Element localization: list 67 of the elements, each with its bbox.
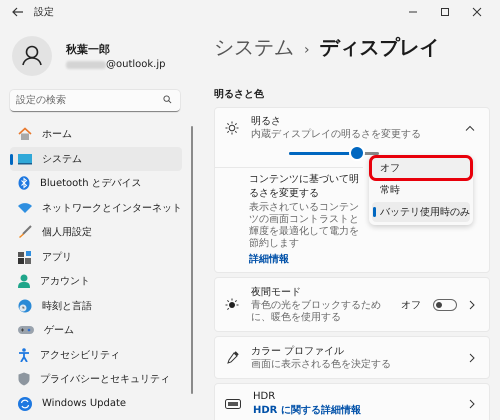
menu-option[interactable]: バッテリ使用時のみ	[372, 202, 470, 222]
user-email: @outlook.jp	[106, 59, 166, 70]
accessibility-icon	[18, 348, 30, 362]
monitor-icon	[18, 152, 32, 165]
chevron-right-icon	[469, 399, 475, 409]
chevron-right-icon	[469, 352, 475, 362]
bluetooth-icon	[18, 176, 30, 190]
scrollbar[interactable]	[191, 126, 193, 394]
shield-icon	[18, 372, 30, 386]
dropper-icon	[225, 350, 239, 364]
section-heading: 明るさと色	[214, 88, 265, 101]
chevron-right-icon	[469, 300, 475, 310]
slider-thumb[interactable]	[350, 147, 362, 159]
sidebar-item[interactable]: ゲーム	[10, 318, 182, 342]
menu-option[interactable]: 常時	[372, 180, 470, 200]
setting-description: 画面に表示される色を決定する	[251, 359, 392, 371]
setting-description: 青色の光をブロックするために、暖色を使用する	[251, 300, 382, 324]
window-title: 設定	[34, 6, 54, 19]
setting-title: カラー プロファイル	[251, 344, 346, 358]
page-title: ディスプレイ	[320, 34, 440, 61]
setting-title: コンテンツに基づいて明るさを変更する	[249, 172, 360, 200]
globe-clock-icon	[18, 298, 32, 313]
sidebar-item[interactable]: ホーム	[10, 122, 182, 146]
moon-sun-icon	[225, 298, 239, 312]
setting-card[interactable]: HDR HDR に関する詳細情報	[214, 383, 490, 420]
search-field[interactable]: 設定の検索	[10, 90, 180, 112]
setting-card[interactable]: 夜間モード 青色の光をブロックするために、暖色を使用する オフ	[214, 277, 490, 332]
sidebar-item[interactable]: 時刻と言語	[10, 294, 182, 318]
toggle-state: オフ	[401, 298, 421, 312]
apps-icon	[18, 250, 32, 264]
person-icon	[18, 274, 30, 288]
sidebar-item[interactable]: ネットワークとインターネット	[10, 196, 182, 220]
sidebar-item[interactable]: システム	[10, 146, 182, 171]
hdr-link[interactable]: HDR に関する詳細情報	[253, 403, 457, 417]
sidebar-item[interactable]: 個人用設定	[10, 220, 182, 244]
redacted-mark	[66, 60, 106, 68]
chevron-icon[interactable]	[465, 124, 475, 130]
sun-icon	[225, 120, 239, 134]
toggle-switch[interactable]	[433, 298, 457, 310]
setting-description: 内蔵ディスプレイの明るさを変更する	[251, 129, 422, 141]
search-icon	[163, 95, 172, 104]
sidebar-item[interactable]: プライバシーとセキュリティ	[10, 367, 182, 392]
setting-title: 夜間モード	[251, 286, 302, 299]
maximize-icon[interactable]	[440, 7, 450, 17]
user-name: 秋葉一郎	[66, 42, 111, 57]
setting-title: 明るさ	[251, 115, 282, 128]
sidebar-item[interactable]: アクセシビリティ	[10, 342, 182, 367]
gamepad-icon	[18, 325, 34, 336]
close-icon[interactable]	[472, 7, 482, 17]
breadcrumb-separator: ›	[304, 42, 310, 58]
hdr-icon	[225, 399, 241, 409]
sidebar-item[interactable]: Windows Update	[10, 392, 182, 416]
sidebar-item[interactable]: アプリ	[10, 244, 182, 269]
avatar-icon	[12, 36, 52, 76]
brush-icon	[18, 225, 32, 240]
setting-title: HDR	[253, 391, 276, 402]
sidebar-item[interactable]: Bluetooth とデバイス	[10, 171, 182, 196]
sync-icon	[18, 396, 32, 411]
setting-description: 表示されているコンテンツの画面コントラストと輝度を最適化して電力を節約します	[249, 202, 360, 250]
back-icon[interactable]	[12, 7, 24, 17]
breadcrumb-parent[interactable]: システム	[214, 34, 294, 61]
details-link[interactable]: 詳細情報	[249, 252, 363, 266]
menu-option[interactable]: オフ	[372, 158, 470, 178]
wifi-icon	[18, 202, 32, 214]
house-icon	[18, 127, 32, 142]
setting-card[interactable]: カラー プロファイル 画面に表示される色を決定する	[214, 336, 490, 379]
sidebar-item[interactable]: アカウント	[10, 269, 182, 294]
